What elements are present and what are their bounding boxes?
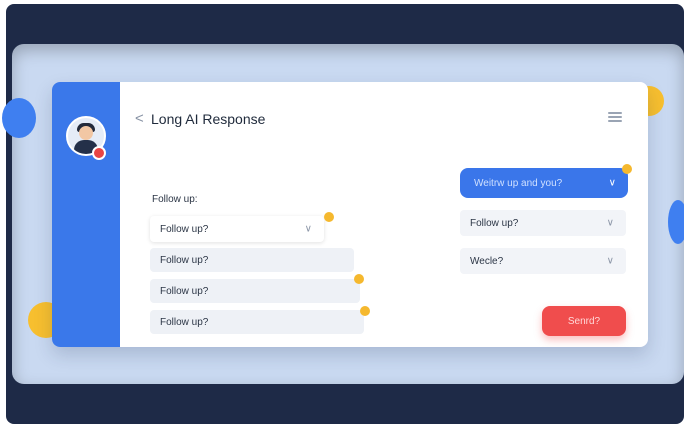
follow-up-field-4-value: Follow up? bbox=[160, 316, 209, 328]
chat-window: < Long AI Response Follow up: Follow up?… bbox=[52, 82, 648, 347]
message-pill-text: Weitrw up and you? bbox=[474, 177, 563, 189]
chevron-down-icon: ∨ bbox=[608, 177, 616, 189]
follow-up-dropdown[interactable]: Follow up? ∨ bbox=[150, 216, 324, 242]
back-chevron-icon[interactable]: < bbox=[135, 110, 144, 127]
status-indicator bbox=[92, 146, 106, 160]
marker-dot bbox=[360, 306, 370, 316]
follow-up-field-3[interactable]: Follow up? bbox=[150, 279, 360, 303]
chevron-down-icon: ∨ bbox=[606, 217, 614, 229]
submit-button[interactable]: Senrd? bbox=[542, 306, 626, 336]
follow-up-label: Follow up: bbox=[152, 194, 198, 205]
right-follow-up-value: Follow up? bbox=[470, 217, 519, 229]
marker-dot bbox=[324, 212, 334, 222]
avatar-head bbox=[79, 126, 93, 140]
follow-up-field-4[interactable]: Follow up? bbox=[150, 310, 364, 334]
right-second-dropdown[interactable]: Wecle? ∨ bbox=[460, 248, 626, 274]
right-follow-up-dropdown[interactable]: Follow up? ∨ bbox=[460, 210, 626, 236]
follow-up-dropdown-value: Follow up? bbox=[160, 223, 209, 235]
hamburger-menu-icon[interactable] bbox=[608, 112, 622, 122]
sidebar bbox=[52, 82, 120, 347]
decorative-blue-blob-left bbox=[2, 98, 36, 138]
right-second-value: Wecle? bbox=[470, 255, 504, 267]
follow-up-field-3-value: Follow up? bbox=[160, 285, 209, 297]
marker-dot bbox=[354, 274, 364, 284]
follow-up-field-2[interactable]: Follow up? bbox=[150, 248, 354, 272]
chevron-down-icon: ∨ bbox=[606, 255, 614, 267]
page-title: Long AI Response bbox=[151, 111, 266, 127]
message-dropdown-pill[interactable]: Weitrw up and you? ∨ bbox=[460, 168, 628, 198]
chevron-down-icon: ∨ bbox=[304, 223, 312, 235]
follow-up-field-2-value: Follow up? bbox=[160, 254, 209, 266]
decorative-blue-blob-right bbox=[668, 200, 684, 244]
marker-dot bbox=[622, 164, 632, 174]
